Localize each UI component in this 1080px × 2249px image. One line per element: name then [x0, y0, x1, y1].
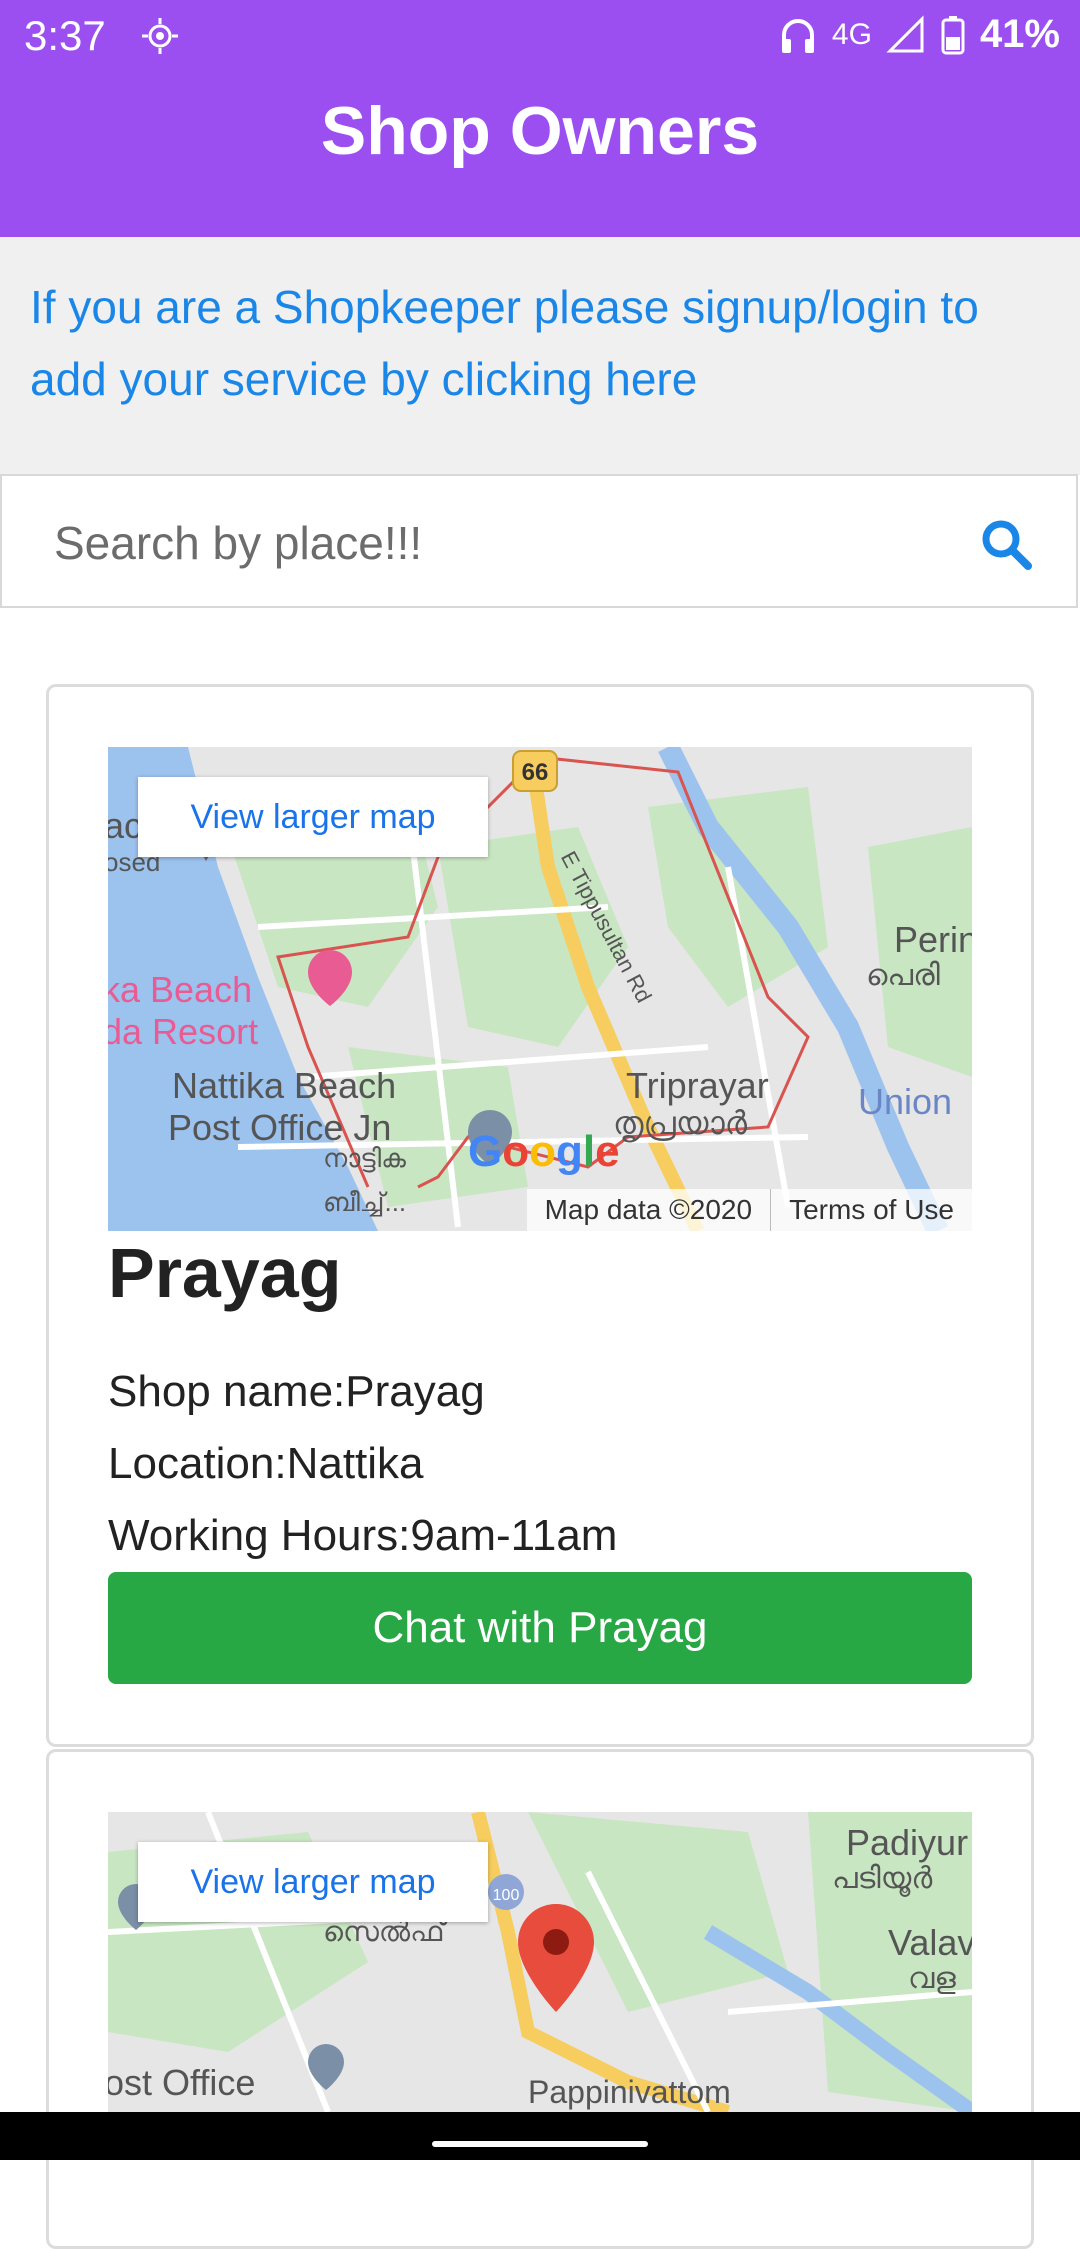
- location-detail: Location:Nattika: [108, 1439, 424, 1488]
- shop-name-detail: Shop name:Prayag: [108, 1367, 485, 1416]
- map-data-text: Map data ©2020: [544, 1194, 753, 1225]
- map-label-padiyur: Padiyur: [846, 1822, 969, 1863]
- chat-button[interactable]: Chat with Prayag: [108, 1572, 972, 1684]
- highway-shield-label: 66: [522, 759, 549, 786]
- terms-of-use-link[interactable]: Terms of Use: [770, 1189, 972, 1231]
- signal-icon: [886, 14, 924, 52]
- status-bar: 3:37 4G 41%: [0, 0, 1080, 74]
- home-gesture-bar[interactable]: [432, 2141, 648, 2147]
- working-hours-detail: Working Hours:9am-11am: [108, 1511, 618, 1560]
- map-label-perin-ml: പെരി: [866, 959, 940, 992]
- view-larger-map-button[interactable]: View larger map: [138, 1842, 488, 1922]
- map-label-padiyur-ml: പടിയൂർ: [832, 1862, 933, 1895]
- shop-title: Prayag: [108, 1234, 342, 1312]
- shopkeeper-banner: If you are a Shopkeeper please signup/lo…: [0, 237, 1080, 475]
- shop-card: 66 E Tippusultan Rd ka Beach da Resort N…: [46, 684, 1034, 1747]
- battery-icon: [941, 15, 965, 54]
- google-logo: Google: [468, 1127, 620, 1176]
- view-larger-map-button[interactable]: View larger map: [138, 777, 488, 857]
- map-label-valav-ml: വള: [908, 1962, 956, 1995]
- map-label-resort: da Resort: [108, 1011, 259, 1052]
- map-label-ac: ac: [108, 805, 143, 846]
- signup-login-link[interactable]: If you are a Shopkeeper please signup/lo…: [30, 271, 1050, 415]
- map-label-pappinivattom: Pappinivattom: [528, 2074, 731, 2110]
- map-label-nattika-ml: നാട്ടിക: [323, 1143, 406, 1173]
- shop-card: 100 Padiyur പടിയൂർ Valav വള സെൽഫ് ost Of…: [46, 1749, 1034, 2249]
- map-label-triprayar: Triprayar: [626, 1065, 769, 1106]
- map-label-beach: ka Beach: [108, 969, 253, 1010]
- shop-map[interactable]: 66 E Tippusultan Rd ka Beach da Resort N…: [108, 747, 972, 1231]
- status-time: 3:37: [24, 12, 106, 59]
- map-label-union: Union: [858, 1081, 953, 1122]
- network-type: 4G: [831, 17, 872, 51]
- shop-map[interactable]: 100 Padiyur പടിയൂർ Valav വള സെൽഫ് ost Of…: [108, 1812, 972, 2112]
- headphones-icon: [781, 18, 814, 53]
- battery-level: 41%: [979, 12, 1060, 56]
- map-label-valav: Valav: [888, 1922, 972, 1963]
- map-label-triprayar-ml: തൃപ്രയാർ: [613, 1105, 748, 1141]
- map-attribution: Map data ©2020 Terms of Use: [526, 1189, 972, 1231]
- map-label-perin: Perin: [894, 919, 972, 960]
- system-nav-bar: [0, 2112, 1080, 2160]
- search-bar: [0, 474, 1078, 608]
- map-label-nattika-beach: Nattika Beach: [172, 1065, 397, 1106]
- app-header: 3:37 4G 41% Shop Owners: [0, 0, 1080, 237]
- map-badge-100: 100: [493, 1887, 520, 1904]
- map-label-post-office: ost Office: [108, 2062, 256, 2103]
- location-icon: [142, 18, 178, 54]
- page-title: Shop Owners: [320, 93, 760, 169]
- map-label-beach-ml: ബീച്ച്...: [323, 1187, 407, 1217]
- search-icon[interactable]: [976, 514, 1036, 574]
- search-input[interactable]: [52, 506, 936, 580]
